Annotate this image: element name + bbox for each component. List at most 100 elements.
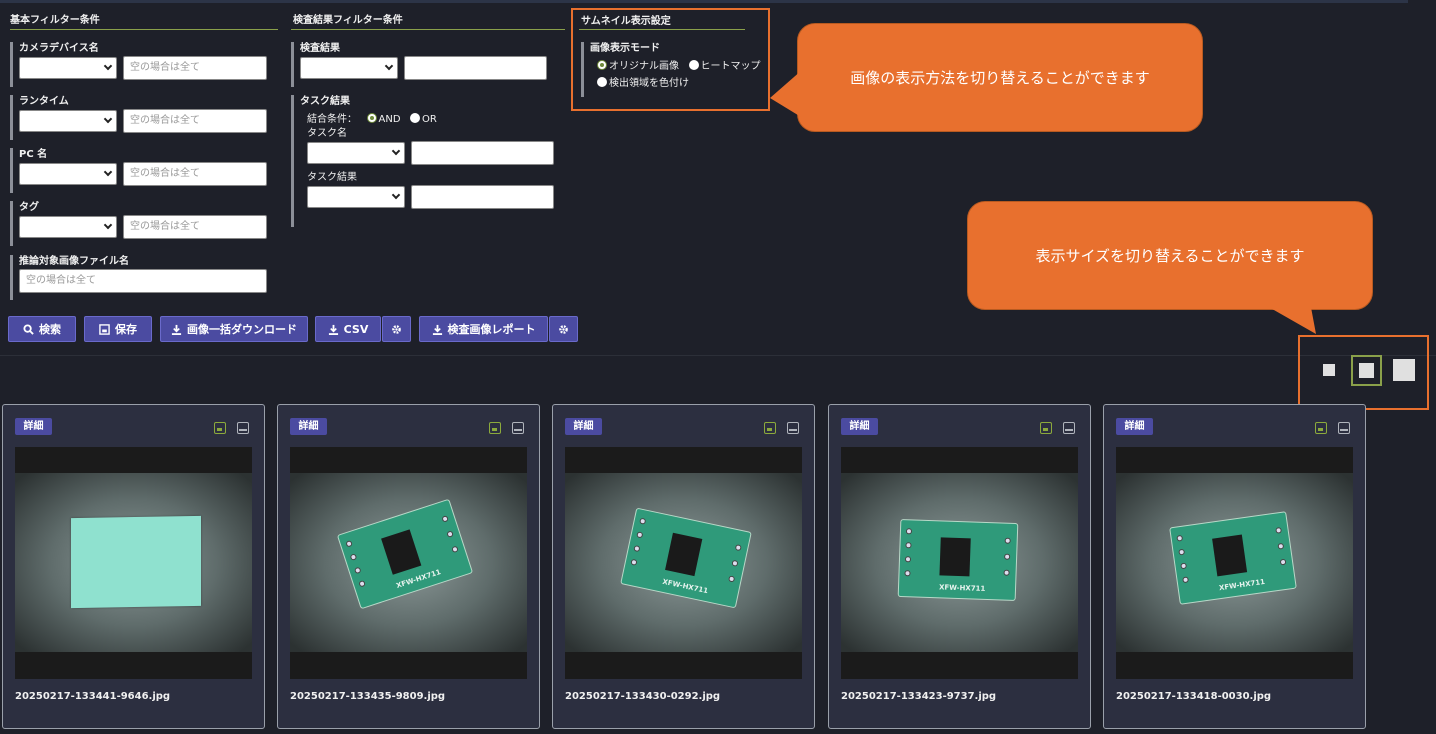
bulk-download-button[interactable]: 画像一括ダウンロード <box>160 316 308 342</box>
top-border <box>0 0 1408 3</box>
save-button[interactable]: 保存 <box>84 316 152 342</box>
basic-filter-title: 基本フィルター条件 <box>10 15 100 26</box>
thumbnail-scene: XFW-HX711 <box>565 473 802 652</box>
image-card[interactable]: 詳細 20250217-133441-9646.jpg <box>2 404 265 729</box>
image-icon[interactable] <box>1040 422 1052 434</box>
result-input[interactable] <box>404 56 547 80</box>
detail-button[interactable]: 詳細 <box>841 418 878 435</box>
pcb-pad <box>441 515 449 523</box>
search-button[interactable]: 検索 <box>8 316 76 342</box>
pcb-pad <box>731 559 739 567</box>
thumbnail-scene: XFW-HX711 <box>1116 473 1353 652</box>
image-card[interactable]: 詳細 XFW-HX711 20250217-133430-0292.jpg <box>552 404 815 729</box>
task-result-input[interactable] <box>411 185 554 209</box>
thumbnail-image[interactable]: XFW-HX711 <box>565 447 802 679</box>
size-callout-tail <box>1260 302 1316 334</box>
and-radio[interactable] <box>366 113 377 123</box>
detail-button[interactable]: 詳細 <box>565 418 602 435</box>
save-icon <box>99 323 110 335</box>
image-card[interactable]: 詳細 XFW-HX711 20250217-133423-9737.jpg <box>828 404 1091 729</box>
size-callout: 表示サイズを切り替えることができます <box>967 201 1373 310</box>
pcb-chip <box>665 532 703 577</box>
pc-input[interactable]: 空の場合は全て <box>123 162 267 186</box>
card-filename: 20250217-133430-0292.jpg <box>565 691 721 702</box>
original-radio[interactable] <box>597 60 607 70</box>
pcb-pad <box>904 570 911 577</box>
size-large-button[interactable] <box>1393 359 1415 381</box>
pcb-object: XFW-HX711 <box>897 518 1019 602</box>
pcb-pad <box>1275 526 1282 534</box>
thumbnail-scene: XFW-HX711 <box>290 473 527 652</box>
monitor-icon[interactable] <box>787 422 799 434</box>
monitor-icon[interactable] <box>512 422 524 434</box>
pcb-pad <box>1003 569 1010 576</box>
thumbnail-settings-title: サムネイル表示設定 <box>581 16 671 27</box>
thumbnail-image[interactable]: XFW-HX711 <box>290 447 527 679</box>
detail-button[interactable]: 詳細 <box>15 418 52 435</box>
runtime-input[interactable]: 空の場合は全て <box>123 109 267 133</box>
result-label: 検査結果 <box>300 43 340 54</box>
detail-button[interactable]: 詳細 <box>1116 418 1153 435</box>
report-settings-button[interactable] <box>549 316 578 342</box>
chevron-down-icon <box>103 114 113 124</box>
report-button[interactable]: 検査画像レポート <box>419 316 548 342</box>
pcb-pad <box>905 542 912 549</box>
pcb-pad <box>1279 558 1287 566</box>
size-medium-button[interactable] <box>1351 355 1382 386</box>
chevron-down-icon <box>384 61 394 71</box>
pcb-pad <box>1277 542 1285 550</box>
section-divider <box>0 355 1436 356</box>
download-icon <box>432 324 442 335</box>
image-icon[interactable] <box>764 422 776 434</box>
image-icon[interactable] <box>1315 422 1327 434</box>
task-name-select[interactable] <box>307 142 405 164</box>
or-radio[interactable] <box>410 113 421 123</box>
task-result-label: タスク結果 <box>307 172 357 183</box>
or-label: OR <box>422 114 437 125</box>
tag-input[interactable]: 空の場合は全て <box>123 215 267 239</box>
image-card[interactable]: 詳細 XFW-HX711 20250217-133435-9809.jpg <box>277 404 540 729</box>
task-name-input[interactable] <box>411 141 554 165</box>
download-icon <box>171 324 182 335</box>
thumbnail-settings-underline <box>579 29 745 30</box>
colorize-label: 検出領域を色付け <box>609 78 689 89</box>
tag-select[interactable] <box>19 216 117 238</box>
csv-settings-button[interactable] <box>382 316 411 342</box>
chevron-down-icon <box>391 146 401 156</box>
pc-select[interactable] <box>19 163 117 185</box>
heatmap-label: ヒートマップ <box>700 61 761 72</box>
search-button-label: 検索 <box>39 323 61 336</box>
gear-icon <box>392 324 401 334</box>
image-icon[interactable] <box>489 422 501 434</box>
thumbnail-image[interactable]: XFW-HX711 <box>1116 447 1353 679</box>
result-filter-underline <box>291 29 565 30</box>
runtime-select[interactable] <box>19 110 117 132</box>
camera-input[interactable]: 空の場合は全て <box>123 56 267 80</box>
camera-select[interactable] <box>19 57 117 79</box>
bulk-download-label: 画像一括ダウンロード <box>187 323 297 336</box>
csv-button-label: CSV <box>343 322 369 336</box>
size-small-button[interactable] <box>1323 364 1335 376</box>
pcb-pad <box>358 579 366 588</box>
filename-filter-group: 推論対象画像ファイル名 空の場合は全て <box>10 255 267 300</box>
monitor-icon[interactable] <box>1338 422 1350 434</box>
pc-filter-group: PC 名 空の場合は全て <box>10 148 267 193</box>
pcb-object: XFW-HX711 <box>1169 511 1297 605</box>
pcb-pad <box>905 528 913 535</box>
result-select[interactable] <box>300 57 398 79</box>
colorize-radio[interactable] <box>597 77 607 87</box>
size-medium-square <box>1359 363 1374 378</box>
thumbnail-image[interactable] <box>15 447 252 679</box>
task-name-label: タスク名 <box>307 128 347 139</box>
image-card[interactable]: 詳細 XFW-HX711 20250217-133418-0030.jpg <box>1103 404 1366 729</box>
detail-button[interactable]: 詳細 <box>290 418 327 435</box>
heatmap-radio[interactable] <box>688 60 699 70</box>
csv-button[interactable]: CSV <box>315 316 381 342</box>
filename-input[interactable]: 空の場合は全て <box>19 269 267 293</box>
monitor-icon[interactable] <box>1063 422 1075 434</box>
thumbnail-image[interactable]: XFW-HX711 <box>841 447 1078 679</box>
monitor-icon[interactable] <box>237 422 249 434</box>
task-result-select[interactable] <box>307 186 405 208</box>
image-icon[interactable] <box>214 422 226 434</box>
filename-label: 推論対象画像ファイル名 <box>19 256 129 267</box>
